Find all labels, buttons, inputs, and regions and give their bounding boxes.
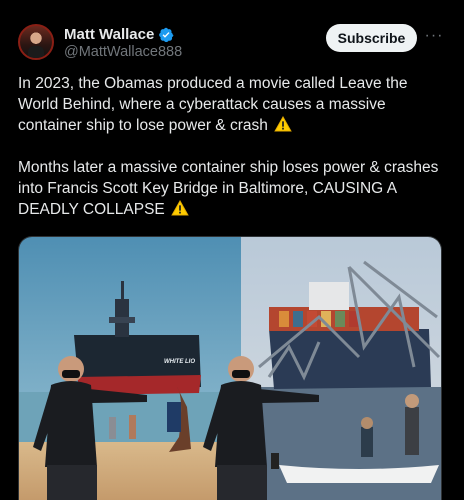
- author-handle[interactable]: @MattWallace888: [64, 44, 182, 60]
- tweet-text: In 2023, the Obamas produced a movie cal…: [18, 73, 448, 220]
- tweet-paragraph-text: In 2023, the Obamas produced a movie cal…: [18, 75, 408, 134]
- tweet-paragraph-text: Months later a massive container ship lo…: [18, 159, 439, 218]
- subscribe-button[interactable]: Subscribe: [326, 24, 417, 52]
- beach-scene-with-container-ship: WHITE LIO: [19, 237, 241, 500]
- verified-badge-icon: [159, 27, 174, 42]
- tweet-media[interactable]: WHITE LIO: [18, 236, 442, 500]
- more-options-icon[interactable]: ···: [424, 26, 444, 46]
- author-name-row: Matt Wallace: [64, 26, 174, 43]
- warning-sign-icon: [274, 116, 292, 132]
- ship-label: WHITE LIO: [164, 359, 195, 365]
- tweet-paragraph: In 2023, the Obamas produced a movie cal…: [18, 73, 448, 136]
- post: Matt Wallace @MattWallace888 Subscribe ·…: [0, 0, 464, 500]
- author-display-name[interactable]: Matt Wallace: [64, 26, 154, 43]
- profile-avatar[interactable]: [18, 24, 54, 60]
- warning-sign-icon: [171, 200, 189, 216]
- tweet-paragraph: Months later a massive container ship lo…: [18, 157, 448, 220]
